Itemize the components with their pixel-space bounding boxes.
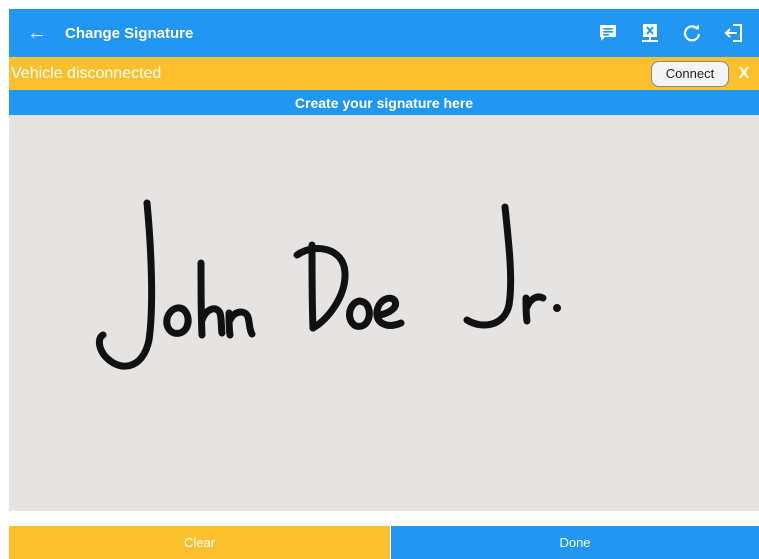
- signature-strokes: [95, 199, 561, 370]
- signature-stroke: [553, 304, 561, 312]
- signature-stroke: [163, 304, 192, 337]
- refresh-icon: [683, 24, 701, 42]
- app-bar: ← Change Signature: [9, 9, 759, 57]
- signature-pad-header: Create your signature here: [9, 90, 759, 115]
- upload-logs-button[interactable]: [631, 13, 669, 53]
- signature-stroke: [197, 259, 226, 339]
- connection-banner: Vehicle disconnected Connect X: [9, 57, 759, 90]
- signature-stroke: [522, 293, 547, 325]
- signature-stroke: [95, 199, 156, 370]
- connect-button[interactable]: Connect: [651, 60, 729, 87]
- signature-stroke: [293, 245, 349, 332]
- signature-stroke: [308, 241, 317, 332]
- page-title: Change Signature: [65, 24, 194, 42]
- app-bar-actions: [589, 13, 753, 53]
- dismiss-banner-button[interactable]: X: [729, 65, 759, 83]
- done-button[interactable]: Done: [391, 526, 759, 559]
- signature-stroke: [225, 308, 256, 339]
- refresh-button[interactable]: [673, 13, 711, 53]
- upload-logs-icon: [642, 24, 658, 42]
- arrow-left-icon: ←: [27, 21, 47, 44]
- logout-button[interactable]: [715, 13, 753, 53]
- back-button[interactable]: ←: [17, 22, 57, 45]
- connection-status-text: Vehicle disconnected: [11, 64, 162, 82]
- signature-pad[interactable]: [9, 115, 759, 511]
- message-icon: [600, 25, 616, 41]
- logout-icon: [724, 24, 742, 42]
- signature-stroke: [373, 294, 405, 329]
- signature-stroke: [463, 203, 515, 329]
- signature-stroke: [346, 297, 373, 330]
- clear-button[interactable]: Clear: [9, 526, 390, 559]
- messages-button[interactable]: [589, 13, 627, 53]
- pad-spacer: [9, 511, 759, 526]
